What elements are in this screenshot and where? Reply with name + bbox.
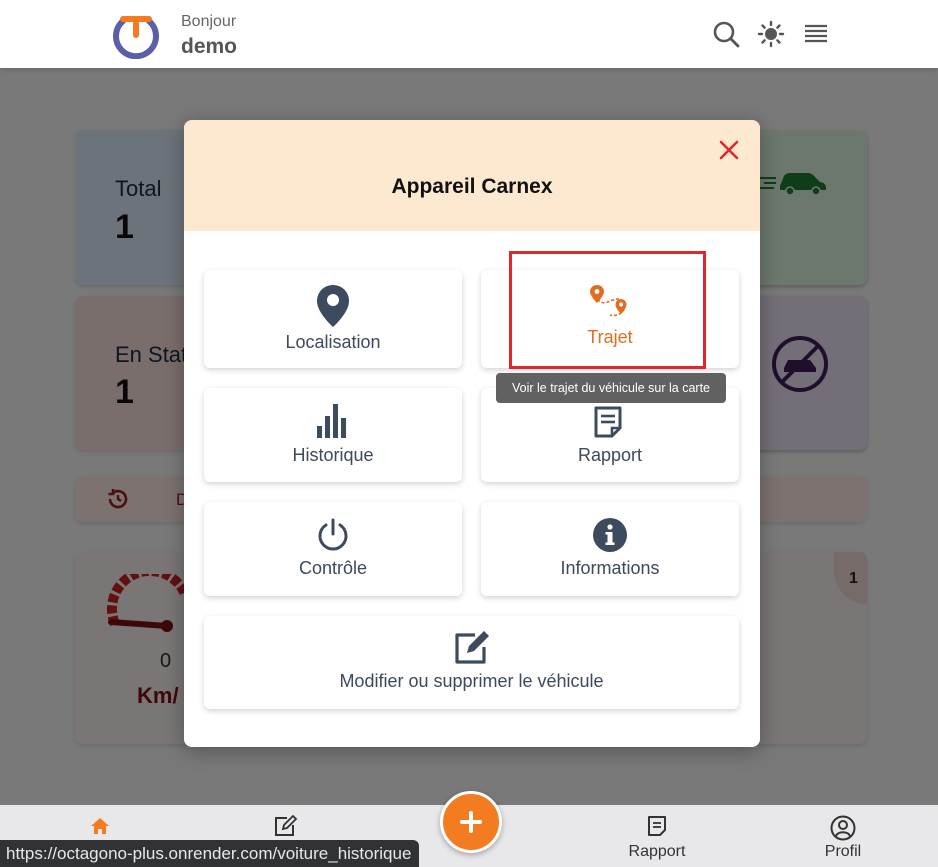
nav-profil[interactable]: Profil	[793, 805, 893, 867]
edit-vehicle-label: Modifier ou supprimer le véhicule	[339, 671, 604, 691]
app-header: Bonjour demo	[0, 0, 938, 68]
greeting-text: Bonjour	[181, 13, 237, 30]
edit-icon	[455, 631, 489, 664]
modal-header: Appareil Carnex	[184, 120, 760, 231]
menu-icon[interactable]	[802, 20, 830, 48]
plus-icon	[460, 811, 482, 833]
edit-vehicle-button[interactable]: Modifier ou supprimer le véhicule	[204, 616, 739, 709]
controle-button[interactable]: Contrôle	[204, 502, 462, 596]
informations-label: Informations	[560, 558, 660, 578]
add-vehicle-button[interactable]	[440, 791, 502, 853]
nav-rapport-label: Rapport	[628, 843, 686, 860]
nav-rapport[interactable]: Rapport	[607, 805, 707, 867]
controle-label: Contrôle	[298, 558, 368, 578]
home-icon	[91, 818, 109, 834]
localisation-button[interactable]: Localisation	[204, 270, 462, 368]
status-url-bar: https://octagono-plus.onrender.com/voitu…	[0, 840, 420, 867]
theme-toggle-icon[interactable]	[757, 20, 785, 48]
app-logo-icon[interactable]	[111, 11, 161, 59]
map-pin-icon	[317, 285, 349, 327]
trajet-highlight	[509, 251, 706, 369]
trajet-tooltip: Voir le trajet du véhicule sur la carte	[496, 373, 726, 403]
informations-button[interactable]: Informations	[481, 502, 739, 596]
nav-profil-label: Profil	[824, 843, 862, 860]
close-icon[interactable]	[717, 138, 741, 162]
rapport-label: Rapport	[577, 445, 643, 465]
power-icon	[318, 518, 348, 551]
bar-chart-icon	[317, 404, 346, 438]
historique-button[interactable]: Historique	[204, 388, 462, 482]
report-icon	[594, 406, 622, 438]
info-icon	[593, 518, 627, 552]
report-icon	[648, 816, 666, 836]
modal-title: Appareil Carnex	[391, 175, 553, 198]
device-modal: Appareil Carnex Localisation Trajet Hist…	[184, 120, 760, 747]
user-circle-icon	[830, 815, 856, 841]
search-icon[interactable]	[712, 20, 740, 48]
localisation-label: Localisation	[285, 332, 381, 352]
username-text: demo	[181, 35, 238, 58]
edit-icon	[275, 815, 298, 836]
historique-label: Historique	[292, 445, 374, 465]
